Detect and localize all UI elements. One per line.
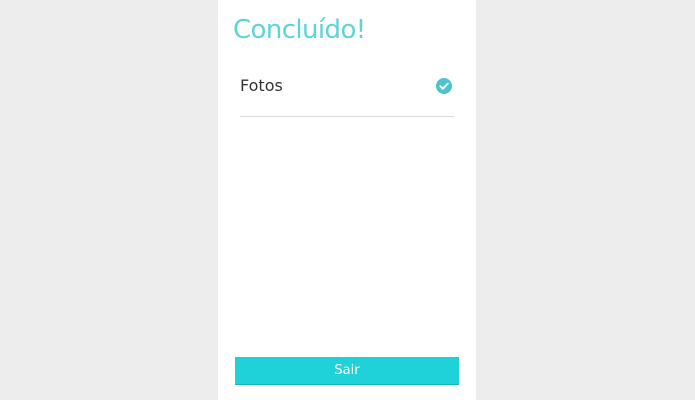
check-circle-icon xyxy=(436,78,452,94)
exit-button[interactable]: Sair xyxy=(235,357,459,385)
page-title: Concluído! xyxy=(233,15,366,45)
list-item-label: Fotos xyxy=(240,76,283,95)
phone-screen: Concluído! Fotos Sair xyxy=(218,0,476,400)
screen-background: Concluído! Fotos Sair xyxy=(0,0,695,400)
list-item-fotos: Fotos xyxy=(240,66,454,117)
